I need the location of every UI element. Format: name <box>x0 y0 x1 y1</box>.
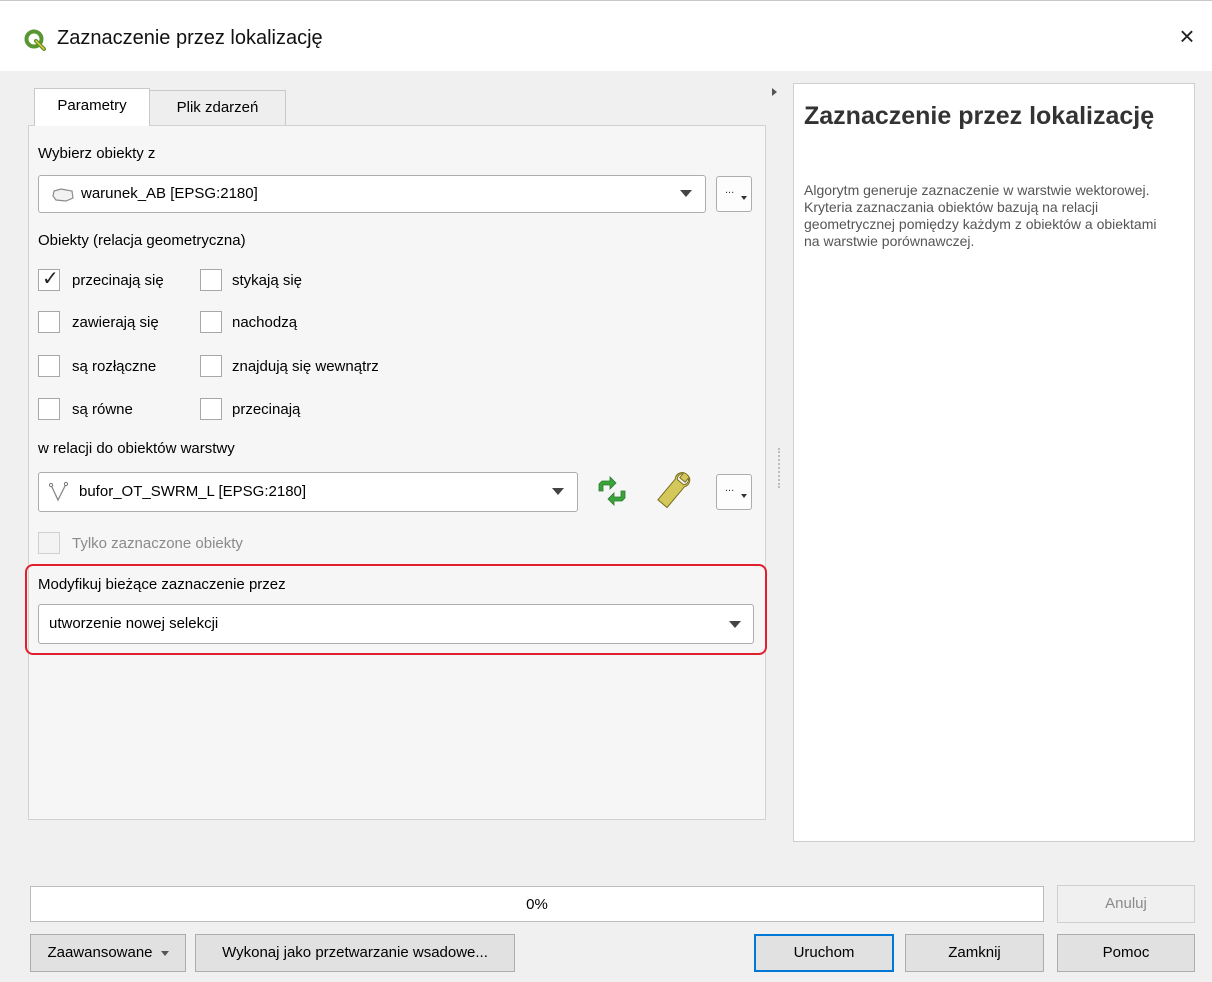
help-panel: Zaznaczenie przez lokalizację Algorytm g… <box>793 83 1195 842</box>
checkbox-label: są równe <box>72 401 133 418</box>
dots-icon: ... <box>725 482 735 494</box>
select-from-label: Wybierz obiekty z <box>38 145 156 162</box>
compare-layer-combo[interactable]: bufor_OT_SWRM_L [EPSG:2180] <box>38 472 578 512</box>
tab-plik-zdarzen[interactable]: Plik zdarzeń <box>150 90 286 126</box>
checkbox-przecinaja[interactable] <box>200 398 222 420</box>
wrench-icon[interactable] <box>654 470 700 512</box>
compare-layer-label: w relacji do obiektów warstwy <box>38 440 235 457</box>
input-layer-value: warunek_AB [EPSG:2180] <box>81 185 258 202</box>
small-arrow-icon <box>741 196 747 200</box>
help-title: Zaznaczenie przez lokalizację <box>804 102 1155 130</box>
compare-layer-options-button[interactable]: ... <box>716 474 752 510</box>
checkbox-sa-rozlaczne[interactable] <box>38 355 60 377</box>
cancel-button[interactable]: Anuluj <box>1057 885 1195 923</box>
input-layer-combo[interactable]: warunek_AB [EPSG:2180] <box>38 175 706 213</box>
checkbox-sa-rowne[interactable] <box>38 398 60 420</box>
checkbox-zawieraja-sie[interactable] <box>38 311 60 333</box>
progress-label: 0% <box>526 896 548 913</box>
checkbox-selected-only[interactable] <box>38 532 60 554</box>
checkbox-label: znajdują się wewnątrz <box>232 358 379 375</box>
tab-parametry[interactable]: Parametry <box>34 88 150 126</box>
advanced-button[interactable]: Zaawansowane <box>30 934 186 972</box>
checkbox-przecinaja-sie[interactable]: ✓ <box>38 268 60 291</box>
chevron-down-icon <box>729 621 741 628</box>
checkbox-label: stykają się <box>232 272 303 289</box>
progress-bar: 0% <box>30 886 1044 922</box>
line-layer-icon <box>49 481 69 502</box>
small-arrow-icon <box>741 494 747 498</box>
polygon-layer-icon <box>52 188 74 202</box>
relation-label: Obiekty (relacja geometryczna) <box>38 232 246 249</box>
title-bar: Zaznaczenie przez lokalizację × <box>0 0 1212 71</box>
caret-down-icon <box>160 950 169 956</box>
checkbox-label: przecinają <box>232 401 301 418</box>
selected-only-label: Tylko zaznaczone obiekty <box>72 535 243 552</box>
help-button[interactable]: Pomoc <box>1057 934 1195 972</box>
modify-selection-value: utworzenie nowej selekcji <box>49 615 219 632</box>
collapse-arrow-icon[interactable] <box>772 88 777 96</box>
checkbox-label: są rozłączne <box>72 358 157 375</box>
checkmark-icon: ✓ <box>42 268 59 290</box>
chevron-down-icon <box>680 190 692 197</box>
checkbox-znajduja-sie-wewnatrz[interactable] <box>200 355 222 377</box>
splitter-handle[interactable] <box>778 448 782 488</box>
run-button[interactable]: Uruchom <box>754 934 894 972</box>
qgis-icon <box>24 29 46 51</box>
modify-selection-combo[interactable]: utworzenie nowej selekcji <box>38 604 754 644</box>
input-layer-options-button[interactable]: ... <box>716 176 752 212</box>
advanced-button-label: Zaawansowane <box>47 944 153 961</box>
close-icon[interactable]: × <box>1172 21 1202 51</box>
chevron-down-icon <box>552 488 564 495</box>
help-text: Algorytm generuje zaznaczenie w warstwie… <box>804 182 1157 249</box>
refresh-icon[interactable] <box>594 475 630 507</box>
checkbox-label: zawierają się <box>72 314 159 331</box>
close-button[interactable]: Zamknij <box>905 934 1044 972</box>
batch-process-button[interactable]: Wykonaj jako przetwarzanie wsadowe... <box>195 934 515 972</box>
compare-layer-value: bufor_OT_SWRM_L [EPSG:2180] <box>79 483 307 500</box>
dots-icon: ... <box>725 184 735 196</box>
checkbox-nachodza[interactable] <box>200 311 222 333</box>
checkbox-label: przecinają się <box>72 272 164 289</box>
checkbox-label: nachodzą <box>232 314 298 331</box>
checkbox-stykaja-sie[interactable] <box>200 269 222 291</box>
window-title: Zaznaczenie przez lokalizację <box>57 27 323 49</box>
modify-selection-label: Modyfikuj bieżące zaznaczenie przez <box>38 576 286 593</box>
